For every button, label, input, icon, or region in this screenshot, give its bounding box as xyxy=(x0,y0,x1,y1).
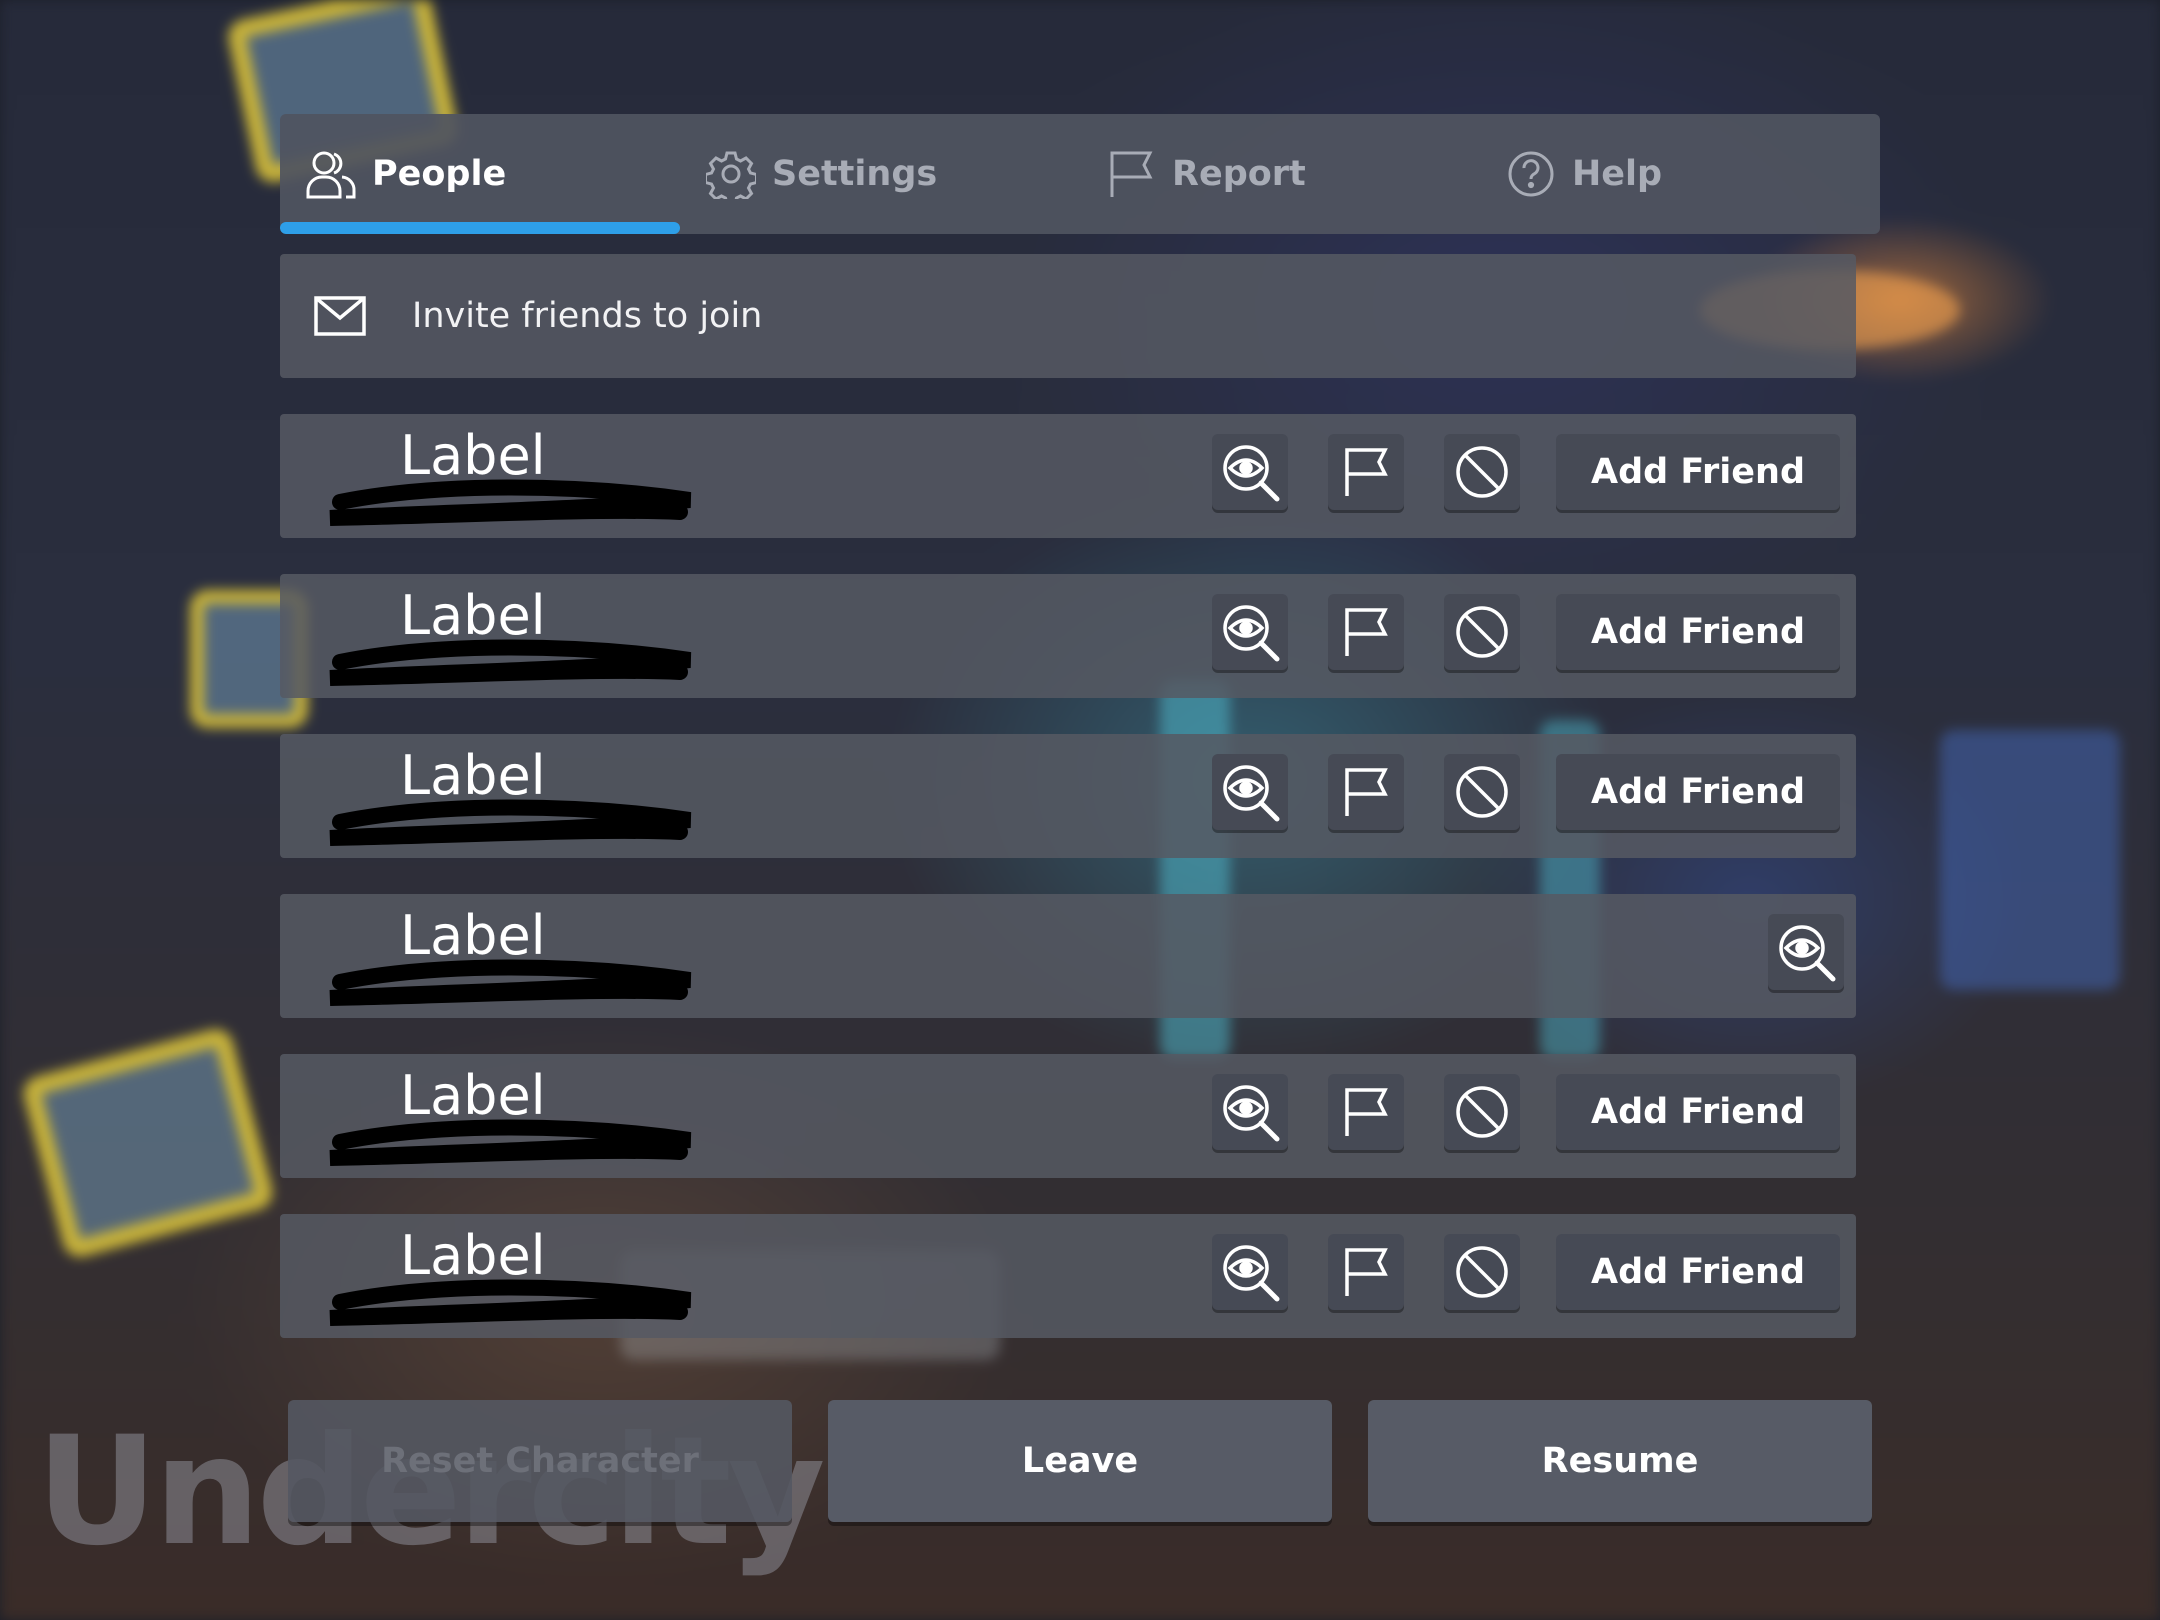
flag-icon xyxy=(1341,766,1391,818)
inspect-icon xyxy=(1219,1081,1281,1143)
resume-button[interactable]: Resume xyxy=(1368,1400,1872,1522)
people-icon xyxy=(304,147,358,201)
block-button[interactable] xyxy=(1444,434,1520,510)
player-name: Label xyxy=(400,904,546,967)
tab-help[interactable]: Help xyxy=(1480,114,1880,234)
block-icon xyxy=(1454,1244,1510,1300)
report-button[interactable] xyxy=(1328,434,1404,510)
resume-label: Resume xyxy=(1541,1441,1699,1481)
inspect-button[interactable] xyxy=(1768,914,1844,990)
player-row: Label Add Friend xyxy=(280,414,1856,538)
add-friend-button[interactable]: Add Friend xyxy=(1556,754,1840,830)
add-friend-button[interactable]: Add Friend xyxy=(1556,1234,1840,1310)
mail-icon xyxy=(314,288,370,344)
menu-tab-bar: People Settings Report Help xyxy=(280,114,1880,234)
flag-icon xyxy=(1104,147,1158,201)
inspect-button[interactable] xyxy=(1212,1234,1288,1310)
player-name: Label xyxy=(400,744,546,807)
player-name: Label xyxy=(400,584,546,647)
inspect-icon xyxy=(1219,761,1281,823)
add-friend-label: Add Friend xyxy=(1590,772,1806,812)
player-row: Label Add Friend xyxy=(280,734,1856,858)
reset-character-button[interactable]: Reset Character xyxy=(288,1400,792,1522)
report-button[interactable] xyxy=(1328,594,1404,670)
inspect-button[interactable] xyxy=(1212,1074,1288,1150)
invite-friends-button[interactable]: Invite friends to join xyxy=(280,254,1856,378)
flag-icon xyxy=(1341,1246,1391,1298)
flag-icon xyxy=(1341,446,1391,498)
tab-label: Report xyxy=(1172,154,1306,194)
add-friend-label: Add Friend xyxy=(1590,1252,1806,1292)
block-button[interactable] xyxy=(1444,1074,1520,1150)
help-icon xyxy=(1504,147,1558,201)
tab-label: Settings xyxy=(772,154,938,194)
flag-icon xyxy=(1341,1086,1391,1138)
block-icon xyxy=(1454,1084,1510,1140)
block-icon xyxy=(1454,764,1510,820)
block-button[interactable] xyxy=(1444,1234,1520,1310)
report-button[interactable] xyxy=(1328,1234,1404,1310)
add-friend-label: Add Friend xyxy=(1590,612,1806,652)
inspect-button[interactable] xyxy=(1212,434,1288,510)
add-friend-label: Add Friend xyxy=(1590,1092,1806,1132)
block-icon xyxy=(1454,444,1510,500)
player-row: Label Add Friend xyxy=(280,1054,1856,1178)
add-friend-button[interactable]: Add Friend xyxy=(1556,434,1840,510)
tab-label: Help xyxy=(1572,154,1663,194)
flag-icon xyxy=(1341,606,1391,658)
inspect-button[interactable] xyxy=(1212,754,1288,830)
gear-icon xyxy=(704,147,758,201)
add-friend-button[interactable]: Add Friend xyxy=(1556,594,1840,670)
invite-label: Invite friends to join xyxy=(412,296,763,336)
inspect-icon xyxy=(1219,601,1281,663)
player-name: Label xyxy=(400,424,546,487)
inspect-icon xyxy=(1219,441,1281,503)
player-row: Label Add Friend xyxy=(280,574,1856,698)
inspect-icon xyxy=(1219,1241,1281,1303)
leave-button[interactable]: Leave xyxy=(828,1400,1332,1522)
add-friend-label: Add Friend xyxy=(1590,452,1806,492)
player-name: Label xyxy=(400,1224,546,1287)
tab-report[interactable]: Report xyxy=(1080,114,1480,234)
player-row: Label Add Friend xyxy=(280,1214,1856,1338)
inspect-button[interactable] xyxy=(1212,594,1288,670)
add-friend-button[interactable]: Add Friend xyxy=(1556,1074,1840,1150)
inspect-icon xyxy=(1775,921,1837,983)
reset-character-label: Reset Character xyxy=(381,1441,699,1481)
block-icon xyxy=(1454,604,1510,660)
active-tab-indicator xyxy=(280,222,680,234)
tab-settings[interactable]: Settings xyxy=(680,114,1080,234)
leave-label: Leave xyxy=(1021,1441,1139,1481)
block-button[interactable] xyxy=(1444,754,1520,830)
player-name: Label xyxy=(400,1064,546,1127)
block-button[interactable] xyxy=(1444,594,1520,670)
report-button[interactable] xyxy=(1328,1074,1404,1150)
report-button[interactable] xyxy=(1328,754,1404,830)
player-row: Label xyxy=(280,894,1856,1018)
tab-people[interactable]: People xyxy=(280,114,680,234)
tab-label: People xyxy=(372,154,507,194)
